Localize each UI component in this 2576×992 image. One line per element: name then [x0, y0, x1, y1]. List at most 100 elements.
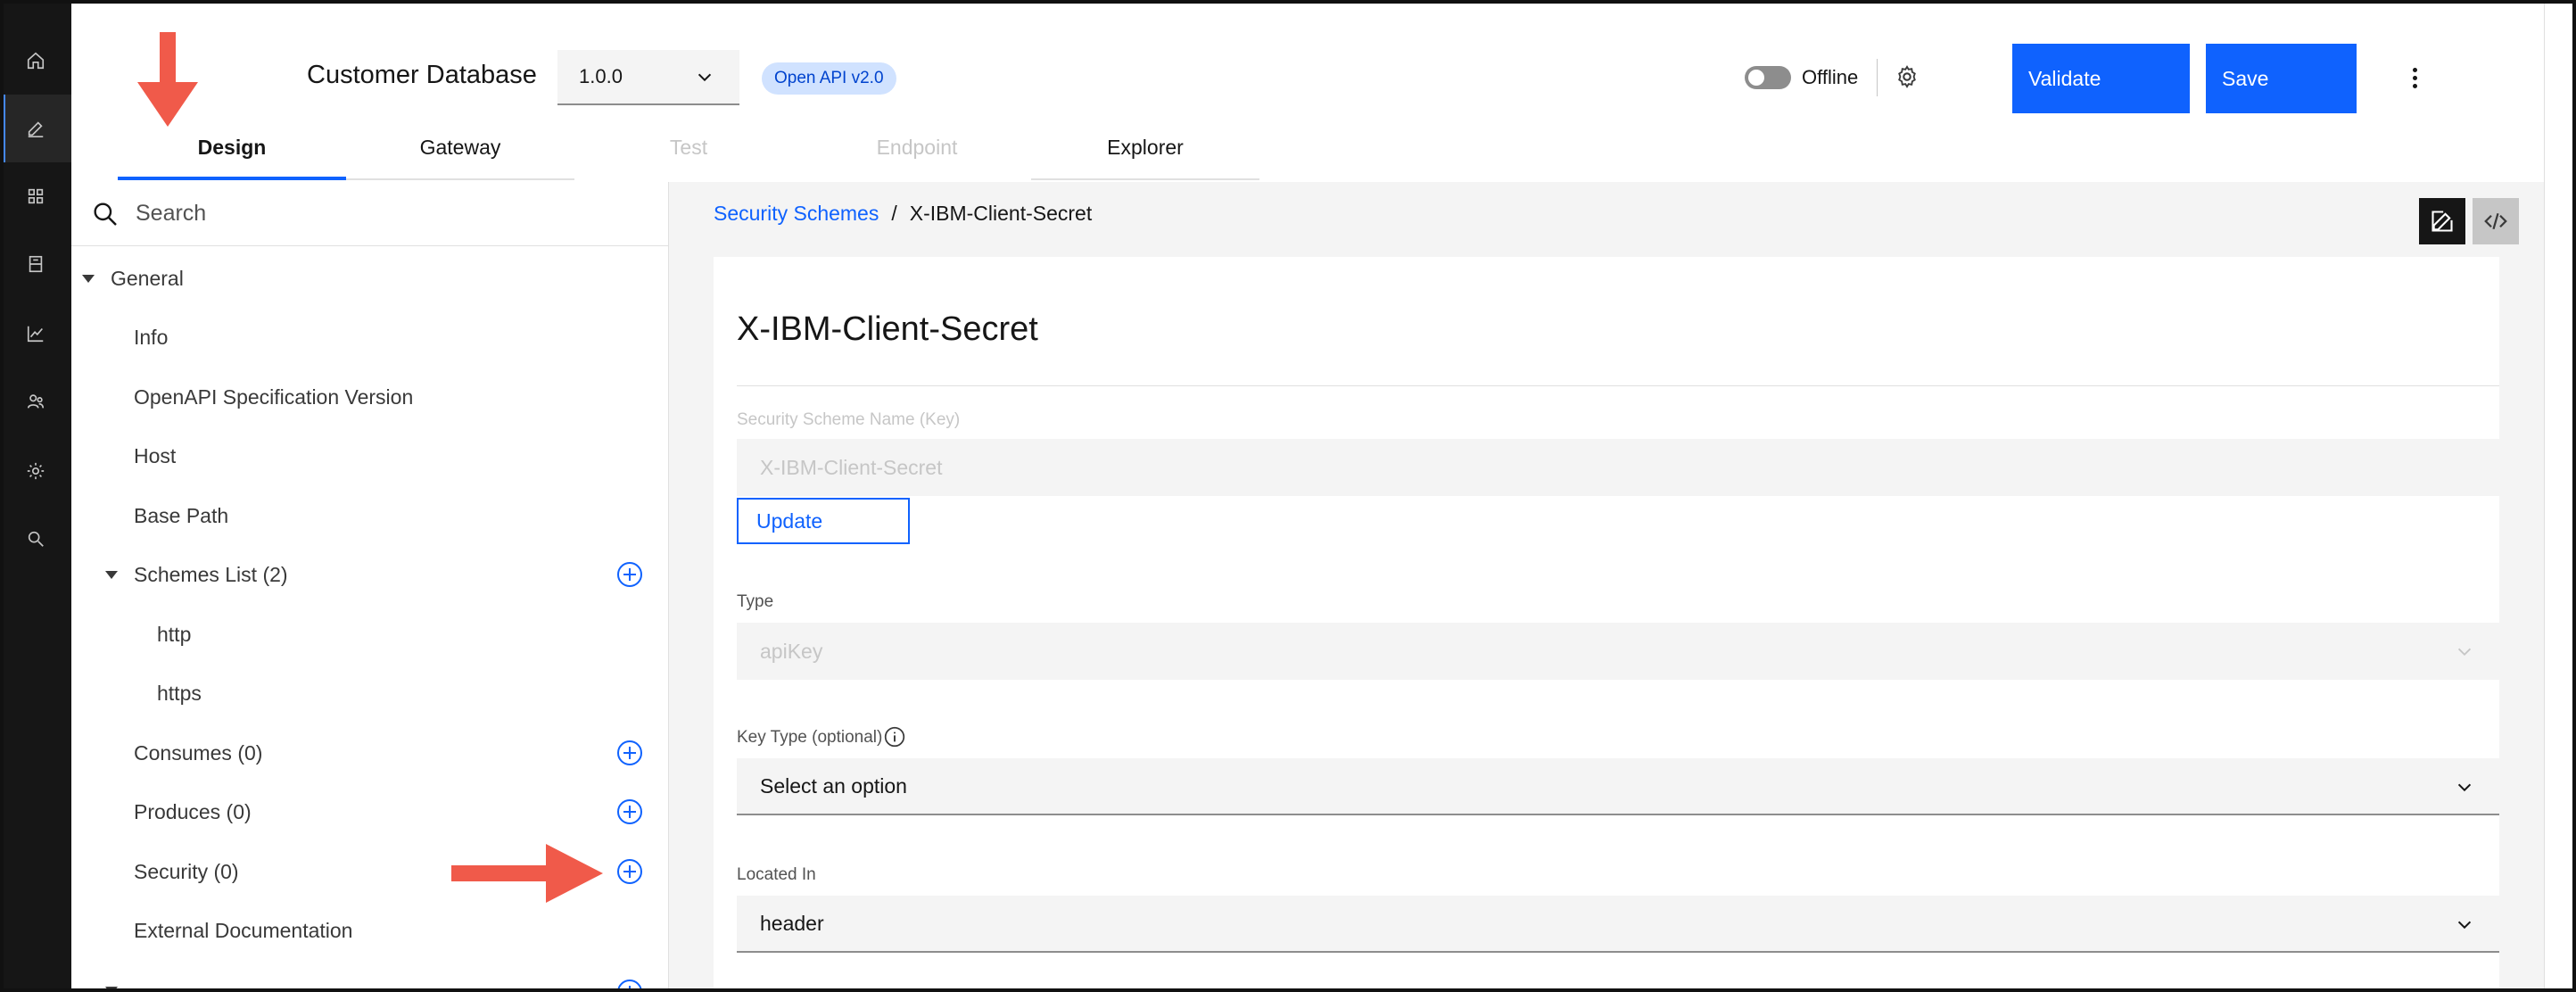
security-scheme-form: X-IBM-Client-Secret Security Scheme Name…: [714, 257, 2499, 992]
sidebar-item-schemes-list[interactable]: Schemes List (2): [71, 545, 669, 604]
scheme-name-field: X-IBM-Client-Secret: [737, 439, 2499, 496]
sidebar-item-label: Consumes (0): [134, 740, 263, 765]
form-view-button[interactable]: [2419, 198, 2465, 244]
add-circle-icon[interactable]: [615, 798, 644, 826]
sidebar-item-produces[interactable]: Produces (0): [71, 782, 669, 841]
save-button[interactable]: Save: [2206, 44, 2357, 113]
scheme-name-label: Security Scheme Name (Key): [737, 410, 961, 429]
sidebar-item-label: Schemes List (2): [134, 562, 288, 586]
search-icon[interactable]: [0, 505, 71, 573]
chevron-down-icon: [2457, 648, 2472, 657]
tab-gateway[interactable]: Gateway: [346, 136, 574, 180]
update-button[interactable]: Update: [737, 498, 910, 544]
tab-explorer[interactable]: Explorer: [1031, 136, 1259, 180]
add-circle-icon[interactable]: [615, 857, 644, 886]
left-nav-rail: [0, 0, 71, 992]
caret-down-icon: [105, 571, 118, 579]
page-scrollbar[interactable]: [2544, 0, 2576, 992]
sidebar-item-label: Base Path: [134, 503, 229, 527]
tab-design[interactable]: Design: [118, 136, 346, 180]
analytics-icon[interactable]: [0, 300, 71, 368]
search-icon: [94, 202, 117, 226]
sidebar-item-label: Security (0): [134, 859, 239, 883]
type-label: Type: [737, 592, 774, 611]
apps-icon[interactable]: [0, 162, 71, 230]
settings-icon[interactable]: [0, 437, 71, 505]
app-header: Customer Database 1.0.0 Open API v2.0 Of…: [71, 0, 2544, 180]
key-type-value: Select an option: [760, 773, 907, 798]
add-circle-icon[interactable]: [615, 560, 644, 589]
catalog-icon[interactable]: [0, 230, 71, 298]
chevron-down-icon: [698, 73, 712, 82]
type-select: apiKey: [737, 623, 2499, 680]
key-type-label-text: Key Type (optional): [737, 728, 883, 747]
sidebar-item-label: Host: [134, 443, 177, 467]
version-value: 1.0.0: [579, 65, 623, 87]
sidebar-item-consumes[interactable]: Consumes (0): [71, 723, 669, 782]
tab-label: Gateway: [419, 136, 501, 159]
header-divider: [1877, 59, 1878, 96]
version-dropdown[interactable]: 1.0.0: [557, 50, 739, 105]
page-title: Customer Database: [307, 61, 537, 89]
caret-down-icon: [105, 987, 118, 992]
sidebar-item-openapi-version[interactable]: OpenAPI Specification Version: [71, 368, 669, 426]
offline-label: Offline: [1802, 66, 1859, 88]
offline-toggle[interactable]: [1745, 66, 1791, 89]
breadcrumb: Security Schemes / X-IBM-Client-Secret: [714, 202, 1092, 226]
main-panel: Security Schemes / X-IBM-Client-Secret X…: [669, 182, 2544, 992]
source-view-button[interactable]: [2473, 198, 2519, 244]
located-in-label: Located In: [737, 865, 816, 884]
tab-label: Explorer: [1107, 136, 1184, 159]
title-divider: [737, 385, 2499, 386]
info-icon[interactable]: [883, 725, 906, 748]
search-input[interactable]: [136, 201, 599, 227]
tab-endpoint: Endpoint: [803, 136, 1031, 180]
sidebar-item-label: Info: [134, 325, 169, 349]
sidebar-item-info[interactable]: Info: [71, 308, 669, 367]
sidebar-item-label: OpenAPI Specification Version: [134, 384, 414, 409]
tab-label: Endpoint: [876, 136, 958, 159]
breadcrumb-separator: /: [891, 202, 897, 225]
sidebar-item-base-path[interactable]: Base Path: [71, 486, 669, 545]
api-version-badge: Open API v2.0: [762, 62, 896, 95]
sidebar-item-external-docs[interactable]: External Documentation: [71, 901, 669, 960]
key-type-label: Key Type (optional): [737, 728, 882, 748]
sidebar-item-label: Produces (0): [134, 799, 252, 823]
sidebar-item-label: General: [111, 266, 184, 290]
sidebar-item-label: http: [157, 622, 192, 646]
sidebar-item-https[interactable]: https: [71, 664, 669, 723]
type-value: apiKey: [760, 639, 823, 663]
form-title: X-IBM-Client-Secret: [737, 310, 1038, 348]
add-circle-icon[interactable]: [615, 978, 644, 992]
code-icon: [2484, 212, 2507, 230]
sidebar-search: [71, 182, 669, 246]
users-icon[interactable]: [0, 368, 71, 435]
sidebar-item-general[interactable]: General: [71, 249, 669, 308]
validate-button[interactable]: Validate: [2012, 44, 2190, 113]
sidebar-item-http[interactable]: http: [71, 605, 669, 664]
overflow-menu-icon[interactable]: [2401, 61, 2428, 95]
caret-down-icon: [82, 275, 95, 283]
edit-icon[interactable]: [0, 95, 71, 162]
tab-test: Test: [574, 136, 803, 180]
breadcrumb-current: X-IBM-Client-Secret: [909, 202, 1093, 225]
add-circle-icon[interactable]: [615, 739, 644, 767]
scheme-name-value: X-IBM-Client-Secret: [760, 455, 943, 479]
sidebar-item-label: https: [157, 681, 202, 705]
sidebar-item-tags-partial[interactable]: [71, 960, 669, 992]
located-in-select[interactable]: header: [737, 896, 2499, 953]
key-type-select[interactable]: Select an option: [737, 758, 2499, 815]
located-in-value: header: [760, 911, 824, 935]
chevron-down-icon: [2457, 783, 2472, 792]
breadcrumb-link-security-schemes[interactable]: Security Schemes: [714, 202, 879, 226]
sidebar-item-host[interactable]: Host: [71, 426, 669, 485]
tab-label: Design: [197, 136, 267, 159]
tab-label: Test: [669, 136, 708, 159]
edit-icon: [2432, 211, 2453, 232]
sidebar-item-label: External Documentation: [134, 918, 353, 942]
chevron-down-icon: [2457, 921, 2472, 930]
home-icon[interactable]: [0, 27, 71, 95]
gear-icon[interactable]: [1891, 61, 1923, 93]
annotation-arrow-right: [451, 844, 603, 903]
annotation-arrow-down: [137, 32, 198, 127]
